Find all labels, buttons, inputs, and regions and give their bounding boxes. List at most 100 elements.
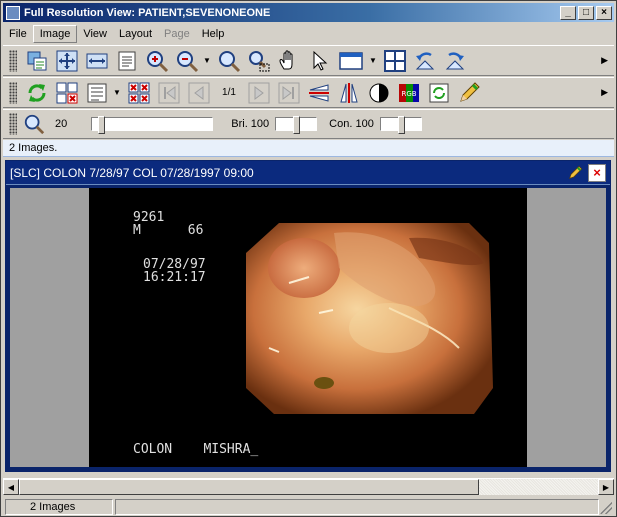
menu-file[interactable]: File: [3, 26, 33, 42]
zoom-region-button[interactable]: [245, 48, 273, 74]
rotate-left-button[interactable]: [411, 48, 439, 74]
rotate-right-button[interactable]: [441, 48, 469, 74]
svg-text:RGB: RGB: [401, 90, 416, 98]
contrast-slider[interactable]: [379, 116, 422, 134]
rgb-channels-button[interactable]: RGB: [395, 80, 423, 106]
first-page-button[interactable]: [155, 80, 183, 106]
zoom-region-icon: [249, 50, 270, 71]
first-page-icon: [158, 82, 180, 103]
zoom-tool-button[interactable]: [215, 48, 243, 74]
zoom-slider-thumb[interactable]: [98, 116, 106, 134]
pan-button[interactable]: [275, 48, 303, 74]
toolbar-overflow-arrow[interactable]: ▶: [601, 55, 608, 66]
remove-image-button[interactable]: [53, 80, 81, 106]
image-panel-header: [SLC] COLON 7/28/97 COL 07/28/1997 09:00…: [6, 161, 610, 185]
toolbar-grip[interactable]: [9, 113, 17, 135]
flip-vertical-button[interactable]: [305, 80, 333, 106]
fit-width-icon: [86, 53, 108, 68]
reset-icon: [429, 83, 449, 102]
minimize-button[interactable]: _: [560, 5, 576, 20]
arrow-pointer-icon: [313, 50, 328, 71]
image-toolbar: ▼ ▼ ▶: [3, 45, 614, 76]
zoom-value: 20: [55, 118, 68, 130]
window-mode-dropdown-arrow[interactable]: ▼: [369, 56, 377, 65]
window-icon: [339, 51, 363, 70]
pointer-button[interactable]: [305, 48, 333, 74]
scroll-track[interactable]: [19, 479, 598, 495]
fit-to-window-icon: [56, 50, 78, 71]
horizontal-scrollbar[interactable]: ◀ ▶: [3, 478, 614, 495]
zoom-slider[interactable]: [91, 116, 214, 134]
layout-options-button[interactable]: [83, 80, 111, 106]
zoom-in-icon: [147, 50, 169, 72]
endoscopy-image[interactable]: 9261 M 66 07/28/97 16:21:17 COLON MISHRA…: [89, 188, 527, 467]
menu-help[interactable]: Help: [196, 26, 231, 42]
magnifier-icon: [219, 50, 241, 72]
pencil-icon: [460, 81, 480, 102]
zoom-dropdown-arrow[interactable]: ▼: [203, 56, 211, 65]
scroll-thumb[interactable]: [19, 479, 479, 495]
rotate-left-icon: [415, 51, 435, 69]
window-mode-button[interactable]: [335, 48, 367, 74]
image-viewer-panel[interactable]: [SLC] COLON 7/28/97 COL 07/28/1997 09:00…: [5, 160, 611, 472]
annotate-image-button[interactable]: [566, 164, 584, 182]
title-bar[interactable]: Full Resolution View: PATIENT,SEVENONEON…: [3, 3, 614, 22]
previous-page-icon: [188, 82, 210, 103]
image-viewport[interactable]: 9261 M 66 07/28/97 16:21:17 COLON MISHRA…: [10, 188, 606, 467]
status-image-count: 2 Images: [5, 498, 113, 515]
scroll-left-button[interactable]: ◀: [3, 479, 19, 495]
resize-grip[interactable]: [600, 502, 612, 514]
rotate-right-icon: [445, 51, 465, 69]
menu-view[interactable]: View: [77, 26, 113, 42]
image-info-button[interactable]: [113, 48, 141, 74]
zoom-indicator-icon-wrap: [23, 111, 45, 137]
layout-grid-button[interactable]: [381, 48, 409, 74]
layout-dropdown-arrow[interactable]: ▼: [113, 88, 121, 97]
document-info-icon: [118, 51, 136, 70]
toolbar-overflow-arrow[interactable]: ▶: [601, 87, 608, 98]
flip-horizontal-button[interactable]: [335, 80, 363, 106]
adjustment-toolbar: 20 Bri. 100 Con. 100: [3, 109, 614, 139]
refresh-icon: [28, 83, 46, 102]
fit-width-button[interactable]: [83, 48, 111, 74]
menu-layout[interactable]: Layout: [113, 26, 158, 42]
remove-image-icon: [56, 82, 78, 103]
toolbar-grip[interactable]: [9, 81, 17, 104]
invert-contrast-icon: [369, 83, 389, 102]
navigation-toolbar: ▼ 1/1 RGB ▶: [3, 77, 614, 108]
close-icon: ×: [593, 165, 601, 180]
next-page-button[interactable]: [245, 80, 273, 106]
copy-images-button[interactable]: [23, 48, 51, 74]
refresh-button[interactable]: [23, 80, 51, 106]
brightness-slider-thumb[interactable]: [293, 116, 301, 134]
layout-list-icon: [87, 83, 107, 102]
invert-button[interactable]: [365, 80, 393, 106]
close-window-button[interactable]: ×: [596, 5, 612, 20]
maximize-button[interactable]: □: [578, 5, 594, 20]
reset-button[interactable]: [425, 80, 453, 106]
hand-pan-icon: [279, 49, 293, 69]
menu-image[interactable]: Image: [32, 24, 78, 43]
status-pane-2: [115, 498, 599, 515]
annotate-button[interactable]: [455, 80, 483, 106]
contrast-slider-thumb[interactable]: [397, 116, 405, 134]
toolbar-grip[interactable]: [9, 49, 17, 72]
magnifier-icon: [24, 114, 45, 135]
last-page-icon: [278, 82, 300, 103]
last-page-button[interactable]: [275, 80, 303, 106]
brightness-slider[interactable]: [275, 116, 318, 134]
grid-layout-icon: [384, 49, 406, 72]
scroll-right-button[interactable]: ▶: [598, 479, 614, 495]
close-all-images-button[interactable]: [125, 80, 153, 106]
close-image-button[interactable]: ×: [588, 163, 606, 182]
pencil-icon: [569, 165, 583, 179]
copy-images-icon: [27, 51, 47, 70]
previous-page-button[interactable]: [185, 80, 213, 106]
status-bar: 2 Images: [3, 497, 614, 516]
image-count-bar: 2 Images.: [3, 140, 614, 157]
overlay-time: 16:21:17: [143, 270, 206, 285]
zoom-in-button[interactable]: [143, 48, 171, 74]
fit-to-window-button[interactable]: [53, 48, 81, 74]
zoom-out-button[interactable]: [173, 48, 201, 74]
rgb-icon: RGB: [399, 83, 419, 102]
